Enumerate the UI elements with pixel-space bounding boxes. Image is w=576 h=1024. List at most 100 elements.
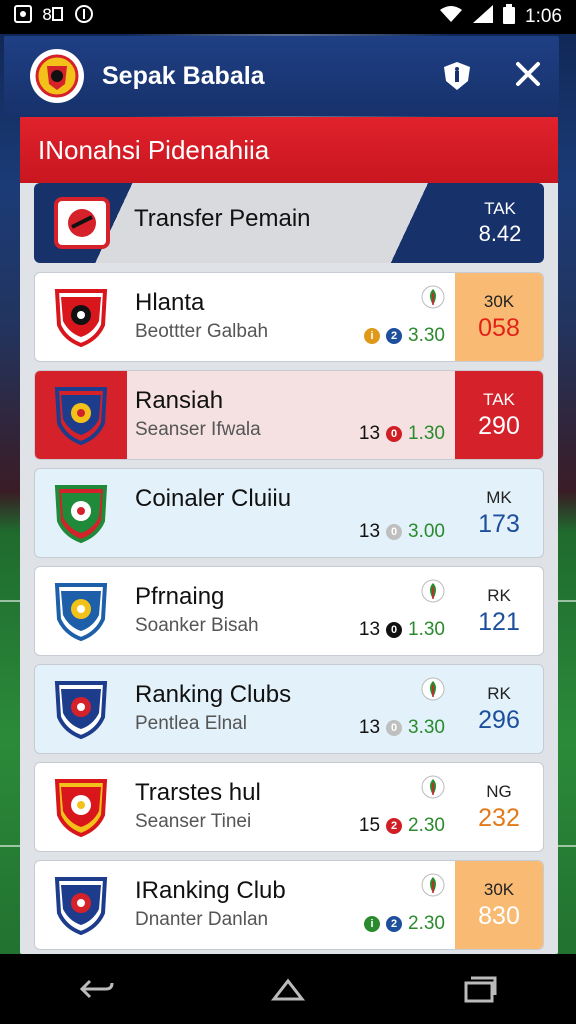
app-bar: Sepak Babala — [4, 36, 559, 116]
featured-rank-value: 8.42 — [478, 221, 522, 246]
club-card[interactable]: IRanking Club Dnanter Danlan i 2 2.30 30… — [34, 860, 544, 950]
stat-number: 13 — [358, 717, 381, 738]
club-stats: 13 0 1.30 — [359, 619, 445, 641]
shield-icon[interactable] — [443, 61, 473, 91]
club-rank: 30K 830 — [455, 861, 543, 949]
status-left: 8 — [14, 4, 94, 30]
trend-leaf-icon — [421, 873, 445, 897]
wifi-icon — [439, 5, 463, 29]
app-title: Sepak Babala — [102, 61, 265, 90]
stat-dot-icon: 0 — [386, 720, 403, 736]
trend-leaf-icon — [421, 285, 445, 309]
stat-dot-icon: 0 — [386, 426, 403, 442]
notification-icon: 8 — [42, 5, 64, 29]
club-card[interactable]: Coinaler Cluiiu 13 0 3.00 MK 173 — [34, 468, 544, 558]
club-crest-icon — [35, 273, 127, 361]
club-crest-icon — [35, 567, 127, 655]
home-icon[interactable] — [268, 974, 308, 1004]
stat-value: 2.30 — [408, 815, 445, 836]
stat-value: 3.30 — [408, 717, 445, 738]
rank-value: 232 — [478, 803, 520, 832]
club-card[interactable]: Hlanta Beottter Galbah i 2 3.30 30K 058 — [34, 272, 544, 362]
ranking-panel: INonahsi Pidenahiia Transfer Pemain TAK … — [20, 117, 558, 954]
club-subtitle: Pentlea Elnal — [135, 713, 247, 734]
featured-crest-icon — [34, 183, 130, 263]
nav-bar — [0, 954, 576, 1024]
status-right: 1:06 — [439, 4, 562, 30]
club-name: Ransiah — [135, 387, 224, 414]
club-crest-icon — [35, 469, 127, 557]
club-subtitle: Beottter Galbah — [135, 321, 269, 342]
rank-value: 290 — [478, 411, 520, 440]
club-card[interactable]: Ranking Clubs Pentlea Elnal 13 0 3.30 RK… — [34, 664, 544, 754]
club-rank: RK 296 — [455, 665, 543, 753]
stat-number: 15 — [358, 815, 381, 836]
close-icon[interactable] — [515, 59, 541, 93]
rank-value: 830 — [478, 901, 520, 930]
club-name: Coinaler Cluiiu — [135, 485, 292, 512]
stat-dot-icon: 0 — [386, 622, 403, 638]
photo-icon — [14, 5, 32, 29]
data-saver-icon — [74, 4, 94, 30]
club-stats: 13 0 1.30 — [359, 423, 445, 445]
club-subtitle: Dnanter Danlan — [135, 909, 269, 930]
club-crest-icon — [30, 49, 84, 103]
stat-value: 1.30 — [408, 423, 445, 444]
club-rank: RK 121 — [455, 567, 543, 655]
club-rank: NG 232 — [455, 763, 543, 851]
club-crest-icon — [35, 763, 127, 851]
panel-title: INonahsi Pidenahiia — [20, 117, 558, 183]
featured-title: Transfer Pemain — [134, 205, 311, 232]
rank-label: 30K — [483, 879, 515, 899]
club-name: Hlanta — [135, 289, 205, 316]
stat-value: 3.30 — [408, 325, 445, 346]
rank-value: 121 — [478, 607, 520, 636]
stat-dot-icon: 0 — [386, 524, 403, 540]
stat-value: 2.30 — [408, 913, 445, 934]
featured-rank-label: TAK — [484, 199, 516, 218]
rank-value: 296 — [478, 705, 520, 734]
back-icon[interactable] — [76, 974, 116, 1004]
club-subtitle: Seanser Ifwala — [135, 419, 261, 440]
club-crest-icon — [35, 665, 127, 753]
stat-dot-icon: 2 — [386, 916, 403, 932]
trend-leaf-icon — [421, 677, 445, 701]
club-card[interactable]: Trarstes hul Seanser Tinei 15 2 2.30 NG … — [34, 762, 544, 852]
stat-number: 13 — [358, 619, 381, 640]
club-stats: i 2 3.30 — [358, 325, 445, 347]
rank-label: NG — [486, 781, 512, 801]
battery-icon — [503, 4, 516, 30]
trend-leaf-icon — [421, 775, 445, 799]
rank-value: 173 — [478, 509, 520, 538]
rank-label: RK — [487, 585, 511, 605]
club-name: Ranking Clubs — [135, 681, 292, 708]
svg-text:8: 8 — [42, 5, 52, 23]
stat-number: 13 — [358, 423, 381, 444]
signal-icon — [473, 5, 494, 29]
stat-number: 13 — [358, 521, 381, 542]
club-rank: TAK 290 — [455, 371, 543, 459]
club-rank: MK 173 — [455, 469, 543, 557]
stat-value: 1.30 — [408, 619, 445, 640]
featured-rank: TAK 8.42 — [456, 183, 544, 263]
club-stats: 13 0 3.00 — [359, 521, 445, 543]
club-name: IRanking Club — [135, 877, 286, 904]
rank-label: 30K — [483, 291, 515, 311]
rank-label: RK — [487, 683, 511, 703]
club-card[interactable]: Ransiah Seanser Ifwala 13 0 1.30 TAK 290 — [34, 370, 544, 460]
club-subtitle: Seanser Tinei — [135, 811, 252, 832]
featured-card[interactable]: Transfer Pemain TAK 8.42 — [34, 183, 544, 263]
club-crest-icon — [35, 861, 127, 949]
stat-dot-icon: i — [364, 916, 381, 932]
status-time: 1:06 — [525, 6, 562, 27]
rank-value: 058 — [478, 313, 520, 342]
club-crest-icon — [35, 371, 127, 459]
club-card[interactable]: Pfrnaing Soanker Bisah 13 0 1.30 RK 121 — [34, 566, 544, 656]
stat-dot-icon: 2 — [386, 818, 403, 834]
club-subtitle: Soanker Bisah — [135, 615, 259, 636]
status-bar: 8 1:06 — [0, 0, 576, 34]
club-name: Pfrnaing — [135, 583, 225, 610]
stat-dot-icon: 2 — [386, 328, 403, 344]
recents-icon[interactable] — [460, 974, 500, 1004]
rank-label: MK — [486, 487, 512, 507]
